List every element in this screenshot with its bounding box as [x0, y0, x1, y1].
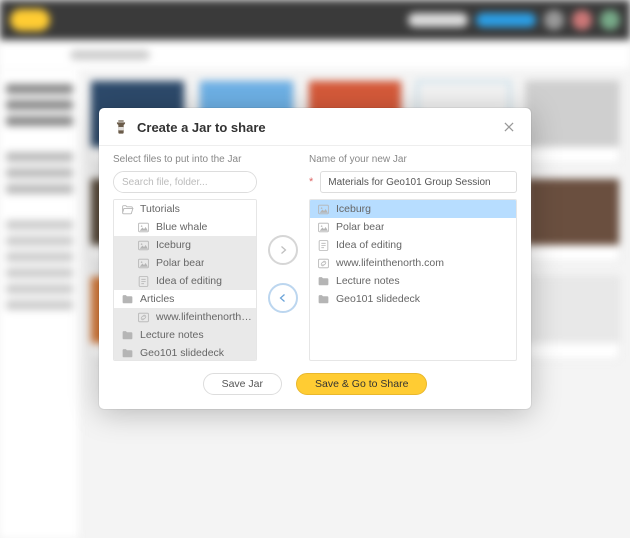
file-tree-label: Iceburg: [156, 239, 191, 251]
file-tree-label: Blue whale: [156, 221, 207, 233]
save-jar-button[interactable]: Save Jar: [203, 373, 282, 395]
link-icon: [316, 256, 330, 270]
destination-column: Name of your new Jar * Iceburg Polar bear…: [309, 150, 517, 361]
image-icon: [136, 238, 150, 252]
source-file-tree[interactable]: Tutorials Blue whale Iceburg Polar bear Idea…: [113, 199, 257, 361]
jar-icon: [113, 119, 129, 135]
modal-overlay: Create a Jar to share Select files to pu…: [0, 0, 630, 538]
folder-icon: [120, 346, 134, 360]
jar-name-input[interactable]: [320, 171, 517, 193]
file-tree-label: Geo101 slidedeck: [140, 347, 224, 359]
image-icon: [316, 202, 330, 216]
image-icon: [136, 256, 150, 270]
link-icon: [136, 310, 150, 324]
required-indicator: *: [309, 176, 313, 188]
jar-name-caption: Name of your new Jar: [309, 154, 517, 165]
file-tree-label: Iceburg: [336, 203, 371, 215]
file-tree-label: Lecture notes: [140, 329, 204, 341]
file-tree-row[interactable]: Iceburg: [114, 236, 256, 254]
file-tree-row[interactable]: Geo101 slidedeck: [114, 344, 256, 361]
file-tree-row[interactable]: Tutorials: [114, 200, 256, 218]
file-tree-label: Articles: [140, 293, 174, 305]
file-tree-row[interactable]: www.lifeinthenorth.com: [310, 254, 516, 272]
file-tree-row[interactable]: Blue whale: [114, 218, 256, 236]
file-tree-row[interactable]: Idea of editing: [114, 272, 256, 290]
file-tree-label: Lecture notes: [336, 275, 400, 287]
source-column: Select files to put into the Jar Search …: [113, 150, 257, 361]
file-tree-label: Geo101 slidedeck: [336, 293, 420, 305]
search-input[interactable]: [114, 172, 257, 192]
file-tree-row[interactable]: Idea of editing: [310, 236, 516, 254]
folder-icon: [120, 328, 134, 342]
save-and-share-button[interactable]: Save & Go to Share: [296, 373, 427, 395]
file-tree-row[interactable]: Polar bear: [310, 218, 516, 236]
folder-icon: [316, 292, 330, 306]
file-tree-label: Idea of editing: [336, 239, 402, 251]
transfer-controls: [257, 150, 309, 361]
file-tree-row[interactable]: Lecture notes: [310, 272, 516, 290]
image-icon: [136, 220, 150, 234]
folder-open-icon: [120, 202, 134, 216]
file-tree-label: Polar bear: [336, 221, 384, 233]
search-bar: Search: [113, 171, 257, 193]
folder-icon: [316, 274, 330, 288]
create-jar-modal: Create a Jar to share Select files to pu…: [99, 108, 531, 409]
jar-contents-tree[interactable]: Iceburg Polar bear Idea of editing www.life…: [309, 199, 517, 361]
note-icon: [136, 274, 150, 288]
image-icon: [316, 220, 330, 234]
modal-footer: Save Jar Save & Go to Share: [99, 365, 531, 409]
file-tree-row[interactable]: Lecture notes: [114, 326, 256, 344]
file-tree-row[interactable]: www.lifeinthenorth.com: [114, 308, 256, 326]
remove-from-jar-button[interactable]: [268, 283, 298, 313]
file-tree-label: Tutorials: [140, 203, 180, 215]
folder-icon: [120, 292, 134, 306]
note-icon: [316, 238, 330, 252]
source-caption: Select files to put into the Jar: [113, 154, 257, 165]
file-tree-label: www.lifeinthenorth.com: [156, 311, 252, 323]
file-tree-row[interactable]: Polar bear: [114, 254, 256, 272]
file-tree-label: Polar bear: [156, 257, 204, 269]
modal-title: Create a Jar to share: [137, 120, 266, 135]
file-tree-label: www.lifeinthenorth.com: [336, 257, 444, 269]
file-tree-label: Idea of editing: [156, 275, 222, 287]
file-tree-row[interactable]: Iceburg: [310, 200, 516, 218]
file-tree-row[interactable]: Articles: [114, 290, 256, 308]
file-tree-row[interactable]: Geo101 slidedeck: [310, 290, 516, 308]
add-to-jar-button[interactable]: [268, 235, 298, 265]
close-button[interactable]: [501, 119, 517, 135]
